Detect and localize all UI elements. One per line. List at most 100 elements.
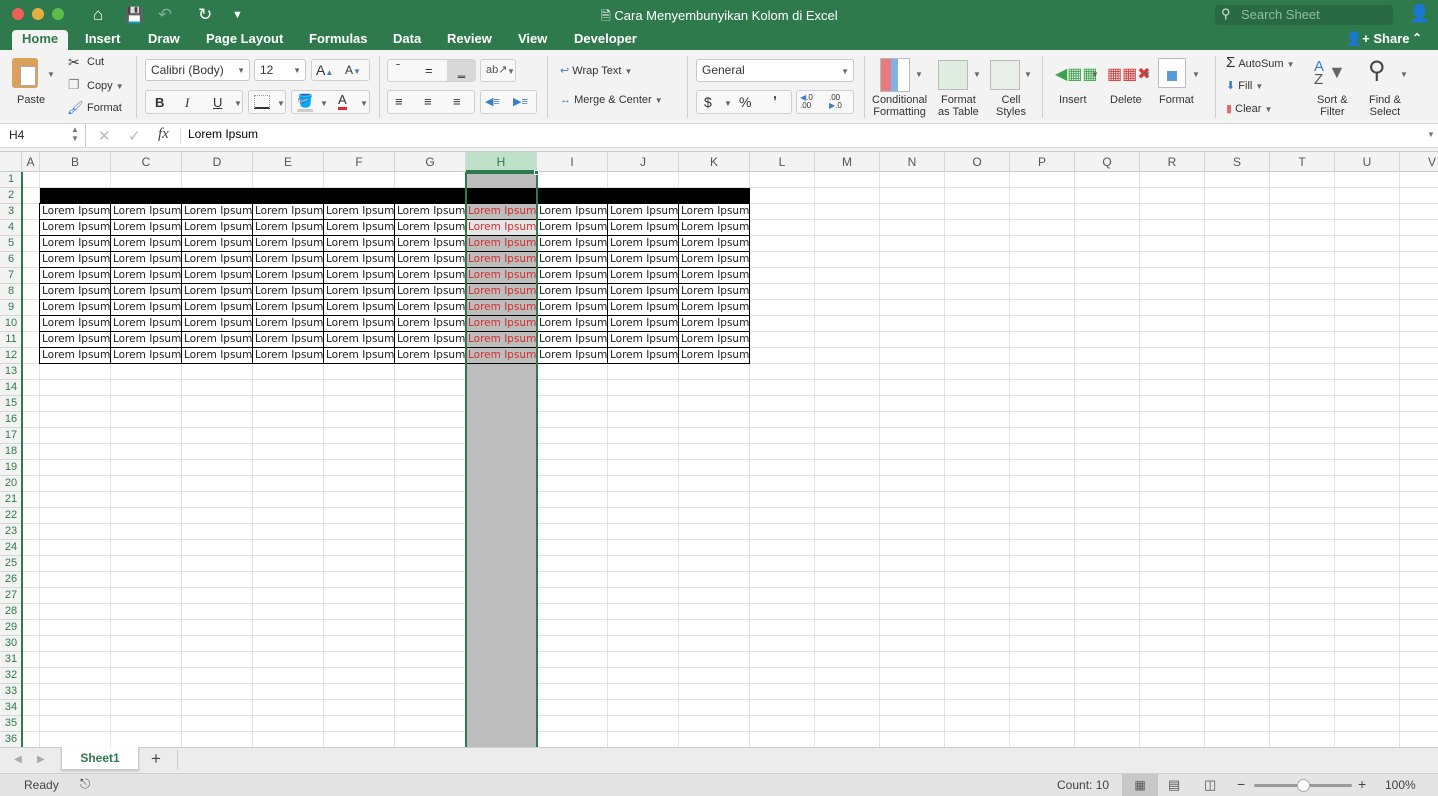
column-header-u[interactable]: U xyxy=(1335,152,1400,172)
font-color-button[interactable]: A xyxy=(338,93,347,110)
table-cell[interactable]: Lorem Ipsum xyxy=(536,203,608,220)
orientation-button[interactable]: ab↗ ▼ xyxy=(480,59,516,82)
table-cell[interactable]: Lorem Ipsum xyxy=(323,267,395,284)
zoom-slider[interactable] xyxy=(1254,779,1352,792)
fill-button[interactable]: ⬇ Fill ▼ xyxy=(1226,79,1263,92)
table-cell[interactable]: Lorem Ipsum xyxy=(110,267,182,284)
zoom-out-button[interactable]: − xyxy=(1237,776,1245,792)
zoom-in-button[interactable]: + xyxy=(1358,776,1366,792)
tab-page-layout[interactable]: Page Layout xyxy=(206,30,283,50)
table-cell[interactable]: Lorem Ipsum xyxy=(39,283,111,300)
tab-developer[interactable]: Developer xyxy=(574,30,637,50)
table-cell[interactable]: Lorem Ipsum xyxy=(181,267,253,284)
row-header-6[interactable]: 6 xyxy=(0,252,22,268)
table-cell[interactable]: Lorem Ipsum xyxy=(323,251,395,268)
row-header-25[interactable]: 25 xyxy=(0,556,22,572)
merge-center-button[interactable]: ↔ Merge & Center ▼ xyxy=(560,94,663,106)
collapse-ribbon-icon[interactable]: ⌃ xyxy=(1412,30,1422,50)
table-cell[interactable]: Lorem Ipsum xyxy=(39,267,111,284)
conditional-formatting-button[interactable]: Conditional Formatting xyxy=(872,94,927,118)
align-top-button[interactable]: ˉ xyxy=(396,61,400,76)
table-cell[interactable]: Lorem Ipsum xyxy=(181,251,253,268)
table-cell[interactable]: Lorem Ipsum xyxy=(536,251,608,268)
column-header-h[interactable]: H xyxy=(466,152,537,172)
table-cell[interactable]: Lorem Ipsum xyxy=(536,347,608,364)
row-header-7[interactable]: 7 xyxy=(0,268,22,284)
table-cell[interactable]: Lorem Ipsum xyxy=(536,235,608,252)
table-cell[interactable]: Lorem Ipsum xyxy=(181,347,253,364)
row-header-14[interactable]: 14 xyxy=(0,380,22,396)
underline-dropdown-icon[interactable]: ▼ xyxy=(234,99,242,108)
align-bottom-button[interactable]: ‗ xyxy=(447,60,476,81)
autosum-button[interactable]: Σ AutoSum ▼ xyxy=(1226,54,1295,71)
share-button[interactable]: 👤+ Share xyxy=(1346,30,1410,50)
insert-cells-button[interactable]: Insert xyxy=(1059,94,1087,106)
decrease-font-size-button[interactable]: A▼ xyxy=(345,63,361,77)
font-size-select[interactable]: 12 ▼ xyxy=(254,59,306,81)
table-cell[interactable]: Lorem Ipsum xyxy=(39,347,111,364)
add-sheet-button[interactable]: + xyxy=(151,749,161,769)
row-header-4[interactable]: 4 xyxy=(0,220,22,236)
table-cell[interactable]: Lorem Ipsum xyxy=(394,267,466,284)
name-box-stepper-icon[interactable]: ▲ ▼ xyxy=(71,125,79,143)
table-cell[interactable]: Lorem Ipsum xyxy=(323,299,395,316)
table-cell[interactable]: Lorem Ipsum xyxy=(536,331,608,348)
delete-cells-button[interactable]: Delete xyxy=(1110,94,1142,106)
table-cell[interactable]: Lorem Ipsum xyxy=(394,235,466,252)
row-header-16[interactable]: 16 xyxy=(0,412,22,428)
italic-button[interactable]: I xyxy=(185,95,189,111)
column-header-o[interactable]: O xyxy=(945,152,1010,172)
table-cell[interactable]: Lorem Ipsum xyxy=(39,203,111,220)
table-cell[interactable]: Lorem Ipsum xyxy=(110,203,182,220)
row-header-10[interactable]: 10 xyxy=(0,316,22,332)
tab-draw[interactable]: Draw xyxy=(148,30,180,50)
row-header-32[interactable]: 32 xyxy=(0,668,22,684)
column-header-t[interactable]: T xyxy=(1270,152,1335,172)
table-cell[interactable]: Lorem Ipsum xyxy=(678,315,750,332)
table-cell[interactable]: Lorem Ipsum xyxy=(39,315,111,332)
table-cell[interactable]: Lorem Ipsum xyxy=(181,299,253,316)
table-cell[interactable]: Lorem Ipsum xyxy=(110,219,182,236)
table-cell[interactable]: Lorem Ipsum xyxy=(394,347,466,364)
search-sheet-input[interactable]: ⚲ Search Sheet xyxy=(1215,5,1393,25)
column-header-c[interactable]: C xyxy=(111,152,182,172)
column-header-i[interactable]: I xyxy=(537,152,608,172)
table-cell[interactable]: Lorem Ipsum xyxy=(678,267,750,284)
table-cell[interactable]: Lorem Ipsum xyxy=(678,219,750,236)
tab-data[interactable]: Data xyxy=(393,30,421,50)
table-cell[interactable]: Lorem Ipsum xyxy=(39,235,111,252)
table-cell[interactable]: Lorem Ipsum xyxy=(252,267,324,284)
tab-view[interactable]: View xyxy=(518,30,547,50)
table-cell[interactable]: Lorem Ipsum xyxy=(252,235,324,252)
table-cell[interactable]: Lorem Ipsum xyxy=(252,219,324,236)
comments-icon[interactable]: 👤 xyxy=(1409,4,1430,24)
cell-styles-button[interactable]: Cell Styles xyxy=(996,94,1026,118)
table-cell[interactable]: Lorem Ipsum xyxy=(394,283,466,300)
table-cell[interactable]: Lorem Ipsum xyxy=(252,299,324,316)
table-cell[interactable]: Lorem Ipsum xyxy=(678,235,750,252)
row-header-13[interactable]: 13 xyxy=(0,364,22,380)
scroll-sheets-right-icon[interactable]: ▶ xyxy=(37,754,45,765)
column-header-k[interactable]: K xyxy=(679,152,750,172)
row-header-35[interactable]: 35 xyxy=(0,716,22,732)
increase-font-size-button[interactable]: A▲ xyxy=(316,62,333,78)
zoom-slider-thumb[interactable] xyxy=(1297,779,1310,792)
table-cell[interactable]: Lorem Ipsum xyxy=(678,299,750,316)
table-cell[interactable]: Lorem Ipsum xyxy=(394,219,466,236)
row-header-24[interactable]: 24 xyxy=(0,540,22,556)
row-header-31[interactable]: 31 xyxy=(0,652,22,668)
table-cell[interactable]: Lorem Ipsum xyxy=(678,331,750,348)
table-cell[interactable]: Lorem Ipsum xyxy=(181,203,253,220)
align-left-button[interactable]: ≡ xyxy=(395,94,403,109)
table-cell[interactable]: Lorem Ipsum xyxy=(110,251,182,268)
column-header-g[interactable]: G xyxy=(395,152,466,172)
table-cell[interactable]: Lorem Ipsum xyxy=(607,251,679,268)
table-cell[interactable]: Lorem Ipsum xyxy=(252,315,324,332)
page-layout-view-button[interactable]: ▤ xyxy=(1168,777,1180,793)
table-cell[interactable]: Lorem Ipsum xyxy=(252,203,324,220)
table-cell[interactable]: Lorem Ipsum xyxy=(323,347,395,364)
formula-input[interactable] xyxy=(188,127,1418,141)
tab-review[interactable]: Review xyxy=(447,30,492,50)
row-header-22[interactable]: 22 xyxy=(0,508,22,524)
table-cell[interactable]: Lorem Ipsum xyxy=(323,203,395,220)
